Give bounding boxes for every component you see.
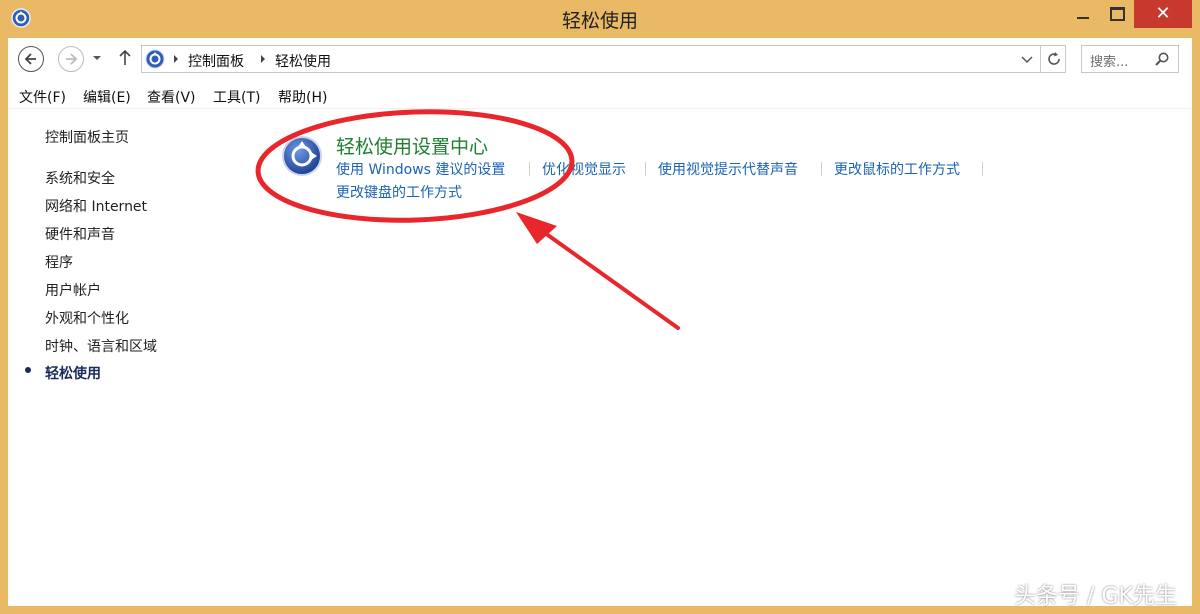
- annotation-overlay: [255, 109, 680, 330]
- arrow-shaft: [536, 226, 680, 330]
- watermark-text: 头条号 / GK先生: [1014, 584, 1177, 609]
- highlight-ellipse: [255, 109, 575, 223]
